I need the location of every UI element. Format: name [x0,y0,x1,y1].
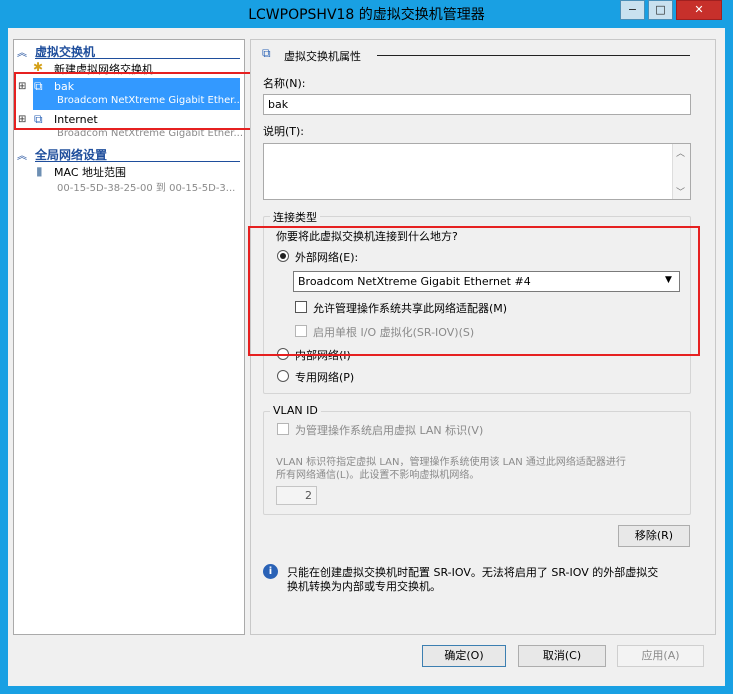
vlan-description-line2: 所有网络通信(L)。此设置不影响虚拟机网络。 [276,470,480,481]
vlan-checkbox-label: 为管理操作系统启用虚拟 LAN 标识(V) [295,424,484,437]
scroll-up-icon[interactable]: ︿ [676,146,685,159]
header-divider [35,161,240,162]
header-divider [35,58,240,59]
cancel-button[interactable]: 取消(C) [518,645,606,667]
collapse-chevron-icon[interactable]: ︽ [17,147,27,162]
window-frame-bottom [0,686,733,694]
private-network-label[interactable]: 专用网络(P) [295,369,354,385]
remove-button[interactable]: 移除(R) [618,525,690,547]
window-frame-left [0,28,8,694]
properties-header: 虚拟交换机属性 [284,50,361,63]
mac-range-label[interactable]: MAC 地址范围 [54,164,126,180]
apply-button[interactable]: 应用(A) [617,645,704,667]
name-input[interactable]: bak [263,94,691,115]
highlight-box [248,226,700,356]
scroll-down-icon[interactable]: ﹀ [676,185,685,198]
ok-button[interactable]: 确定(O) [422,645,506,667]
description-label: 说明(T): [263,125,305,138]
vlan-label: VLAN ID [270,404,321,417]
vlan-id-input[interactable]: 2 [276,486,317,505]
mac-range-value: 00-15-5D-38-25-00 到 00-15-5D-3... [57,183,236,194]
maximize-button[interactable]: □ [648,0,673,20]
vlan-checkbox[interactable] [277,423,289,435]
highlight-box [14,72,259,130]
private-network-radio[interactable] [277,370,289,382]
name-label: 名称(N): [263,77,306,90]
sriov-info-line2: 换机转换为内部或专用交换机。 [287,580,441,593]
minimize-button[interactable]: − [620,0,645,20]
window-frame-right [725,28,733,694]
collapse-chevron-icon[interactable]: ︽ [17,44,27,59]
header-rule [377,55,690,56]
mac-plug-icon: ▮ [36,164,43,178]
close-button[interactable]: ✕ [676,0,722,20]
description-textarea[interactable] [263,143,691,200]
switch-icon: ⧉ [262,46,271,60]
info-icon: i [263,564,278,579]
connection-type-label: 连接类型 [270,209,320,225]
